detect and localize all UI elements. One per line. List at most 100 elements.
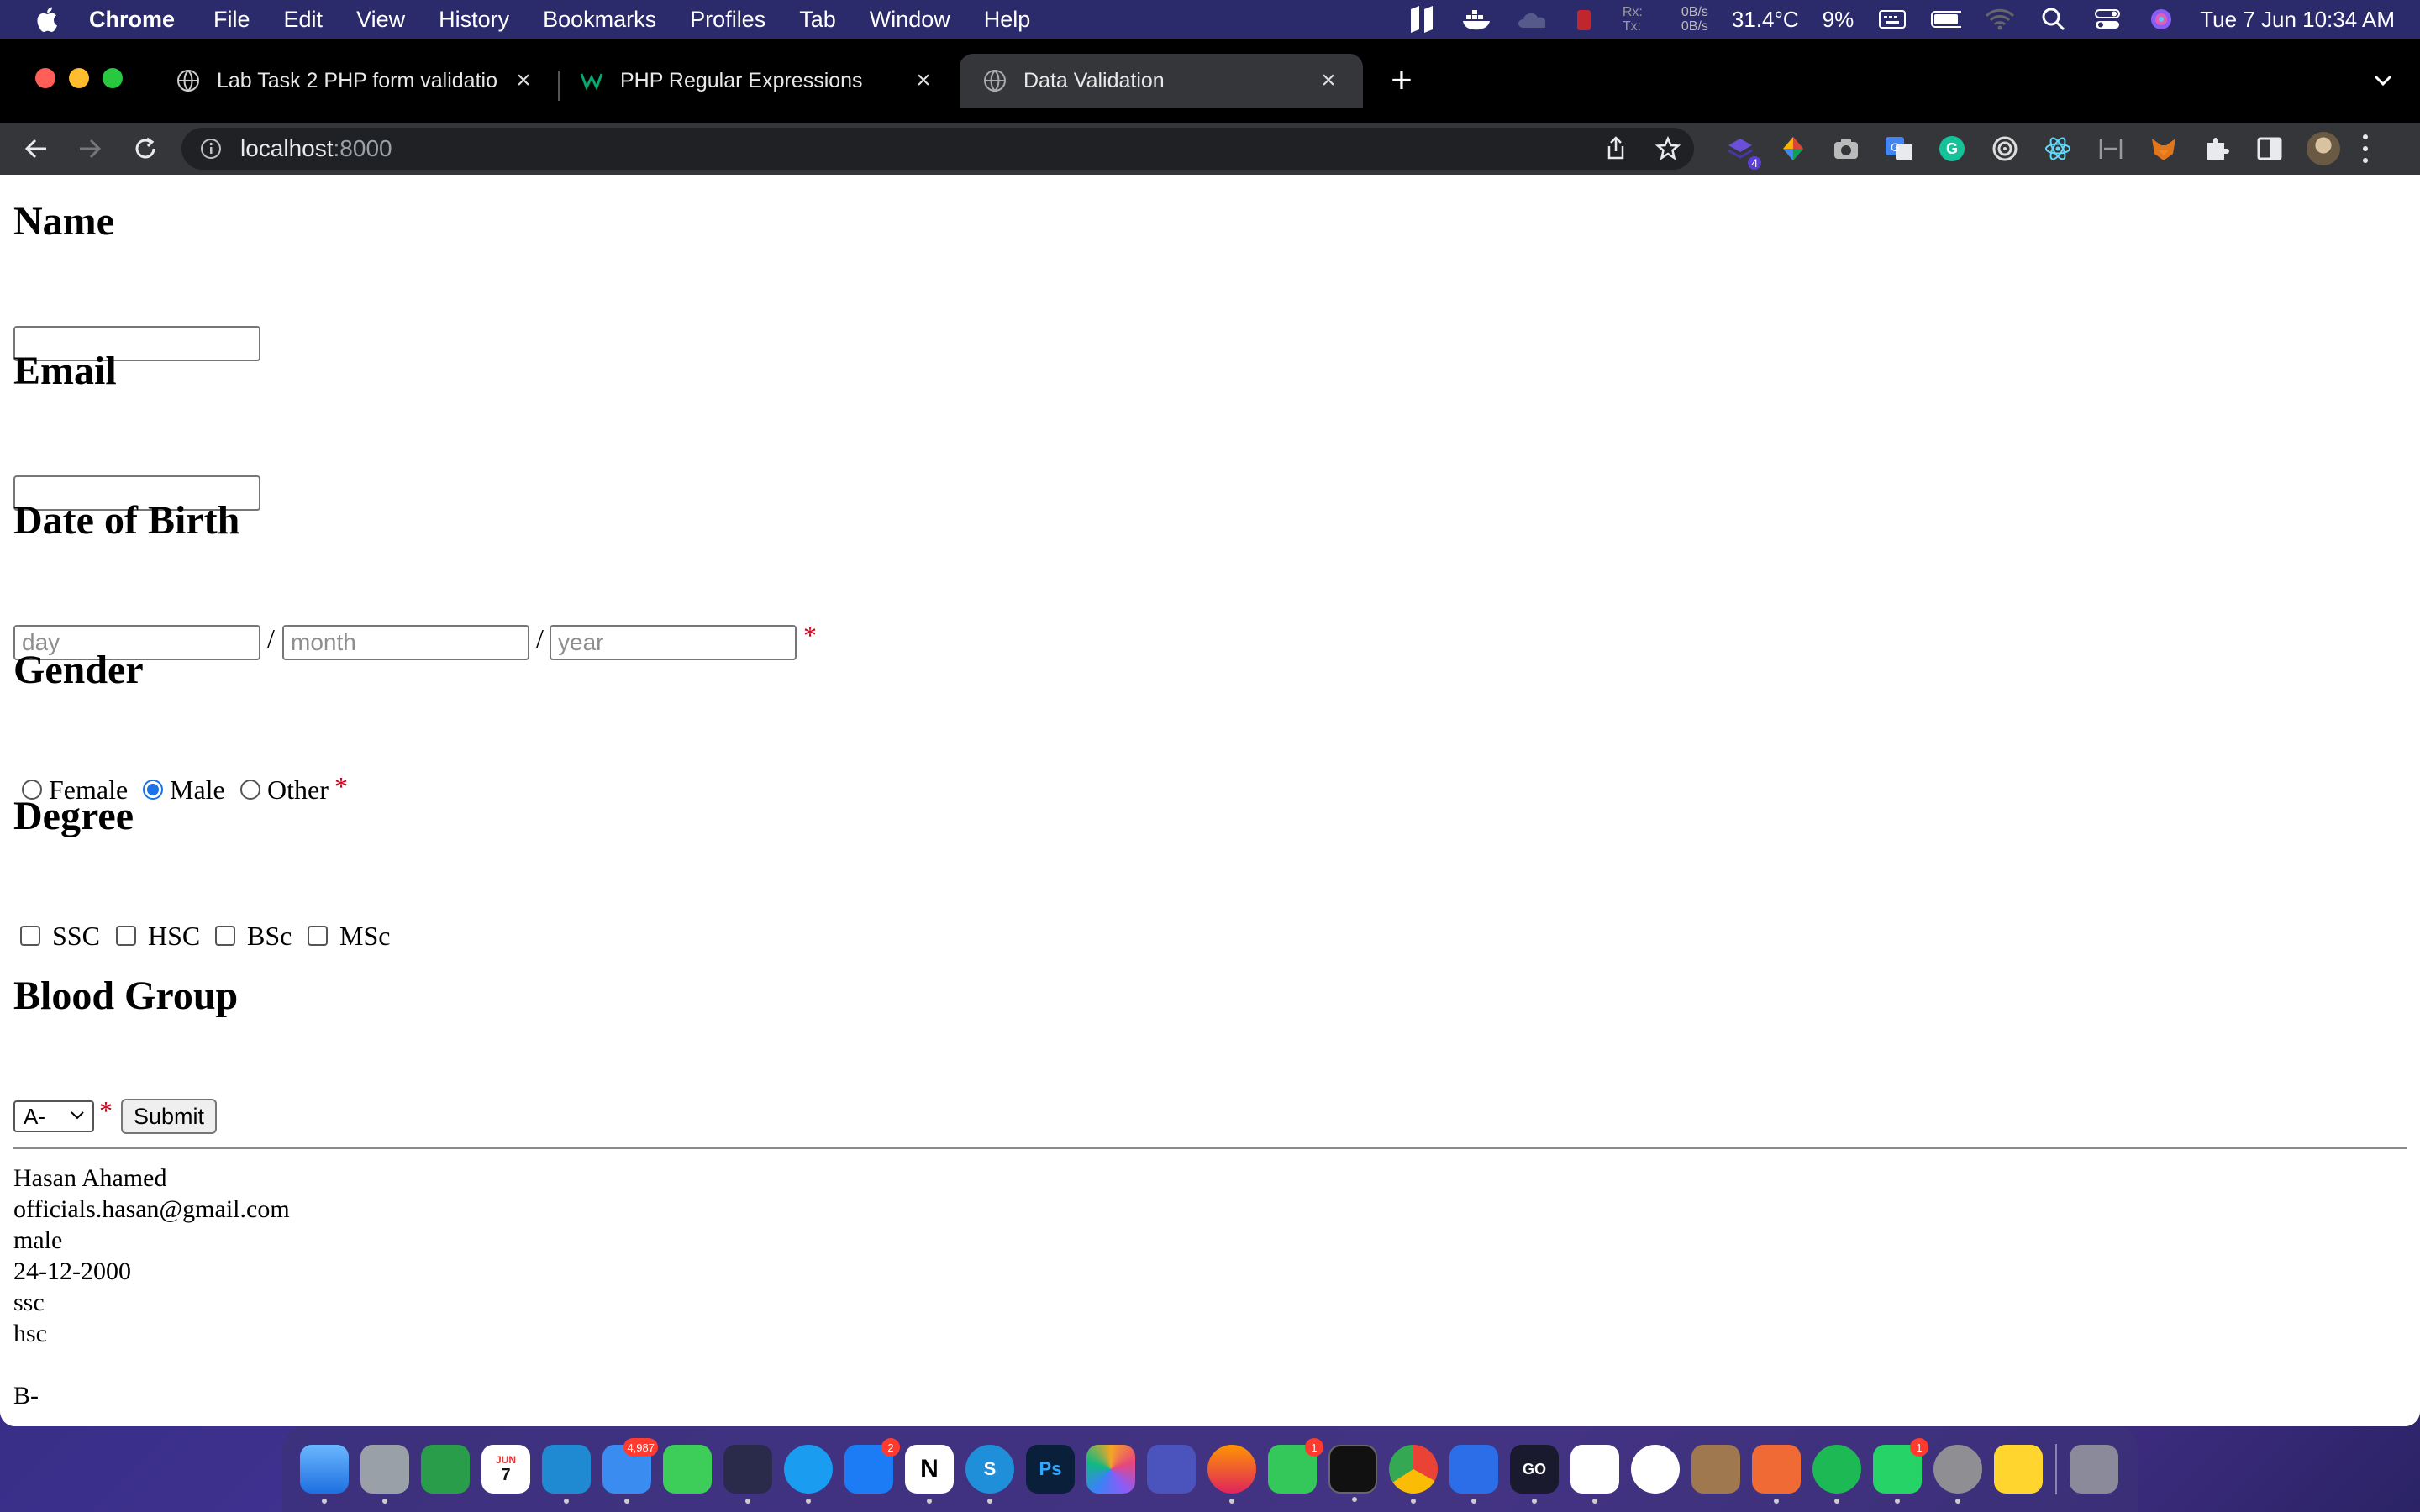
chrome-icon[interactable] xyxy=(1389,1445,1438,1504)
menu-app-name[interactable]: Chrome xyxy=(89,7,175,33)
contacts-icon[interactable] xyxy=(1691,1445,1740,1494)
dob-year-input[interactable] xyxy=(550,625,797,660)
terminal-icon[interactable] xyxy=(1328,1445,1377,1502)
site-info-icon[interactable] xyxy=(198,136,224,161)
back-arrow-icon[interactable] xyxy=(22,134,50,163)
blood-group-select[interactable]: A- xyxy=(13,1100,94,1132)
tab-php-regex[interactable]: PHP Regular Expressions × xyxy=(556,54,958,108)
menu-window[interactable]: Window xyxy=(870,7,950,33)
temperature-readout[interactable]: 31.4°C xyxy=(1732,7,1799,33)
metamask-fox-icon[interactable] xyxy=(2148,133,2180,165)
degree-msc-checkbox[interactable] xyxy=(308,926,328,946)
forward-arrow-icon[interactable] xyxy=(76,134,104,163)
extensions-puzzle-icon[interactable] xyxy=(2201,133,2233,165)
wifi-icon[interactable] xyxy=(1985,7,2015,32)
slack-icon[interactable] xyxy=(1570,1445,1619,1504)
tab-lab-task[interactable]: Lab Task 2 PHP form validation × xyxy=(153,54,558,108)
facetime-video-icon[interactable] xyxy=(421,1445,470,1494)
control-center-icon[interactable] xyxy=(2092,7,2123,32)
spotify-icon[interactable] xyxy=(1812,1445,1861,1504)
close-tab-icon[interactable]: × xyxy=(513,66,534,94)
pages-icon[interactable] xyxy=(1449,1445,1498,1504)
close-tab-icon[interactable]: × xyxy=(1318,66,1339,94)
react-devtools-icon[interactable] xyxy=(2042,133,2074,165)
menu-history[interactable]: History xyxy=(439,7,509,33)
clock-datetime[interactable]: Tue 7 Jun 10:34 AM xyxy=(2200,7,2395,33)
siri-icon[interactable] xyxy=(2146,7,2176,32)
address-bar[interactable]: localhost :8000 xyxy=(182,128,1694,170)
menu-help[interactable]: Help xyxy=(984,7,1031,33)
photos-icon[interactable] xyxy=(1086,1445,1135,1494)
gender-male-radio[interactable] xyxy=(143,780,163,800)
keyboard-icon[interactable] xyxy=(1877,7,1907,32)
finder-icon[interactable] xyxy=(300,1445,349,1504)
menu-file[interactable]: File xyxy=(213,7,250,33)
notion-icon[interactable]: N xyxy=(905,1445,954,1504)
cpu-readout[interactable]: 9% xyxy=(1823,7,1854,33)
degree-bsc-label[interactable]: BSc xyxy=(247,921,292,952)
cloud-icon[interactable] xyxy=(1515,7,1545,32)
postman-icon[interactable] xyxy=(1752,1445,1801,1504)
safari-icon[interactable] xyxy=(784,1445,833,1504)
tab-search-chevron-icon[interactable] xyxy=(2370,67,2396,94)
split-view-extension-icon[interactable] xyxy=(2095,133,2127,165)
docker-icon[interactable] xyxy=(1461,7,1491,32)
skype-icon[interactable]: S xyxy=(965,1445,1014,1504)
google-translate-icon[interactable]: G xyxy=(1883,133,1915,165)
close-tab-icon[interactable]: × xyxy=(913,66,934,94)
dob-month-input[interactable] xyxy=(282,625,529,660)
trash-icon[interactable] xyxy=(2070,1445,2118,1494)
menu-bookmarks[interactable]: Bookmarks xyxy=(543,7,656,33)
zoom-window-button[interactable] xyxy=(103,68,123,88)
degree-hsc-label[interactable]: HSC xyxy=(148,921,200,952)
mail-icon[interactable]: 4,987 xyxy=(602,1438,658,1504)
minimize-window-button[interactable] xyxy=(69,68,89,88)
menu-tab[interactable]: Tab xyxy=(799,7,836,33)
system-preferences-icon[interactable] xyxy=(1933,1445,1982,1504)
degree-ssc-checkbox[interactable] xyxy=(20,926,40,946)
messages-icon[interactable] xyxy=(663,1445,712,1494)
teams-icon[interactable] xyxy=(1147,1445,1196,1494)
firefox-icon[interactable] xyxy=(1207,1445,1256,1504)
color-picker-extension-icon[interactable] xyxy=(1777,133,1809,165)
reload-icon[interactable] xyxy=(131,134,160,163)
chrome-menu-icon[interactable] xyxy=(2361,134,2370,163)
calendar-icon[interactable]: JUN 7 xyxy=(481,1445,530,1494)
launchpad-icon[interactable] xyxy=(360,1445,409,1504)
battery-app-icon[interactable] xyxy=(1569,7,1599,32)
menu-profiles[interactable]: Profiles xyxy=(690,7,765,33)
side-panel-icon[interactable] xyxy=(2254,133,2286,165)
camera-extension-icon[interactable] xyxy=(1830,133,1862,165)
tab-data-validation[interactable]: Data Validation × xyxy=(960,54,1363,108)
mongodb-compass-icon[interactable] xyxy=(1631,1445,1680,1494)
pages-app-icon[interactable] xyxy=(1407,6,1438,33)
degree-bsc-checkbox[interactable] xyxy=(215,926,235,946)
notes-icon[interactable] xyxy=(1994,1445,2043,1494)
battery-icon[interactable] xyxy=(1931,7,1962,32)
vscode-icon[interactable] xyxy=(542,1445,591,1504)
gender-male-label[interactable]: Male xyxy=(170,774,225,806)
photoshop-icon[interactable]: Ps xyxy=(1026,1445,1075,1494)
gender-other-radio[interactable] xyxy=(240,780,260,800)
spotlight-search-icon[interactable] xyxy=(2039,7,2069,32)
apple-menu-icon[interactable] xyxy=(32,4,60,34)
submit-button[interactable]: Submit xyxy=(121,1099,217,1134)
gender-other-label[interactable]: Other xyxy=(267,774,329,806)
menu-edit[interactable]: Edit xyxy=(284,7,324,33)
degree-ssc-label[interactable]: SSC xyxy=(52,921,100,952)
share-icon[interactable] xyxy=(1602,134,1630,163)
degree-hsc-checkbox[interactable] xyxy=(116,926,136,946)
profile-avatar[interactable] xyxy=(2307,132,2340,165)
target-extension-icon[interactable] xyxy=(1989,133,2021,165)
close-window-button[interactable] xyxy=(35,68,55,88)
app-store-icon[interactable]: 2 xyxy=(844,1438,900,1494)
extension-stack-icon[interactable]: 4 xyxy=(1724,133,1761,170)
grammarly-icon[interactable]: G xyxy=(1936,133,1968,165)
whatsapp-icon[interactable]: 1 xyxy=(1873,1438,1928,1504)
degree-msc-label[interactable]: MSc xyxy=(339,921,390,952)
new-tab-plus-icon[interactable]: + xyxy=(1385,60,1418,101)
menu-view[interactable]: View xyxy=(356,7,405,33)
bookmark-star-icon[interactable] xyxy=(1654,134,1682,163)
facetime-icon[interactable]: 1 xyxy=(1268,1438,1323,1494)
vs-icon[interactable] xyxy=(723,1445,772,1504)
